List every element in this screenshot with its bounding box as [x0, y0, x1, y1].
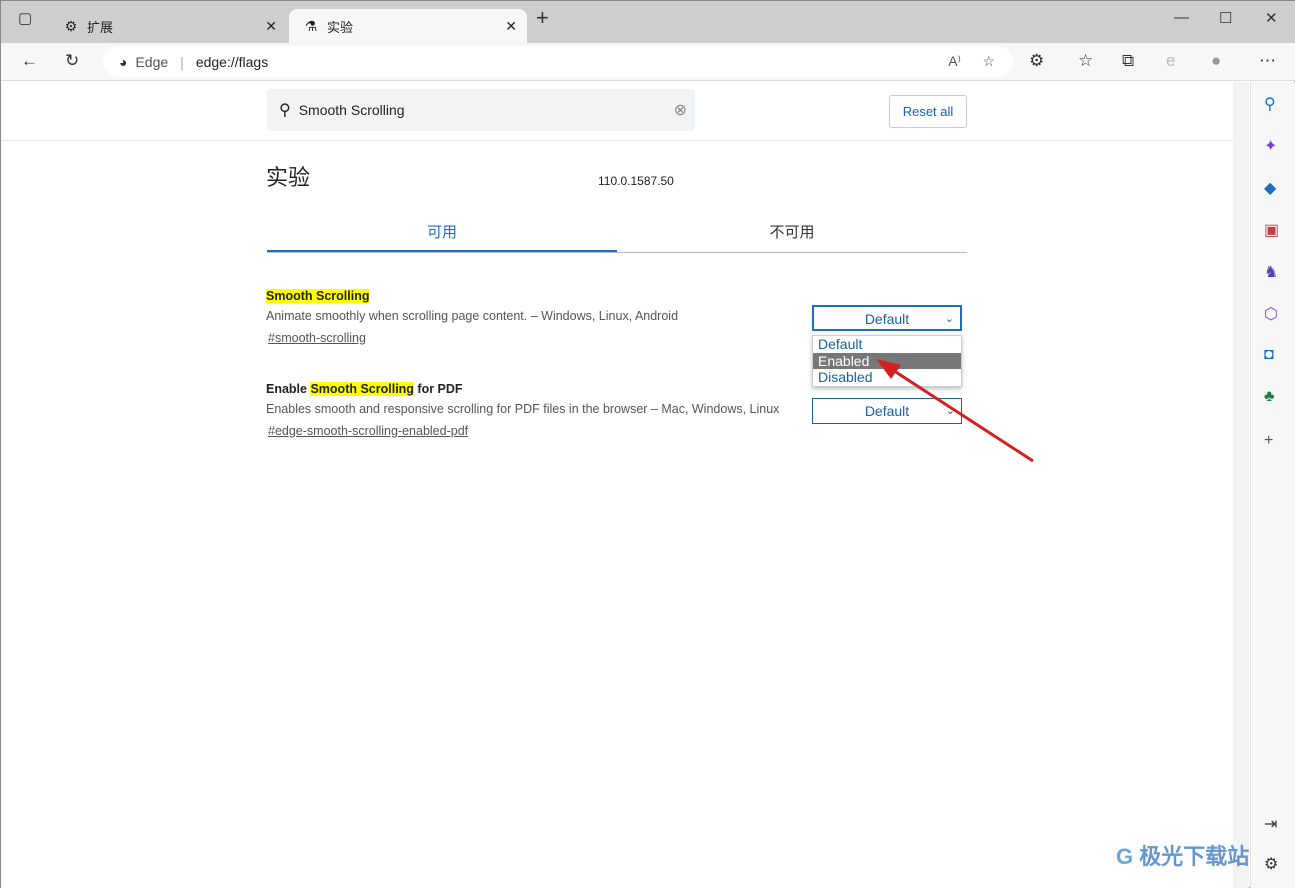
flag-link[interactable]: #smooth-scrolling [268, 331, 678, 345]
tab-extensions[interactable]: ⚙ 扩展 ✕ [49, 9, 287, 43]
flag-title: Smooth Scrolling [266, 289, 370, 303]
favorite-add-icon[interactable]: ☆ [982, 53, 995, 70]
edge-logo-icon: ◕ [119, 53, 128, 70]
outlook-icon[interactable]: ◘ [1264, 346, 1274, 364]
shopping-tag-icon[interactable]: ◆ [1264, 178, 1276, 198]
tools-icon[interactable]: ▣ [1264, 220, 1279, 240]
tab-label: 实验 [327, 19, 354, 35]
refresh-icon[interactable]: ↻ [65, 51, 79, 71]
favorites-icon[interactable]: ☆ [1078, 51, 1093, 71]
flag-select-smooth-scrolling[interactable]: Default ⌄ [812, 305, 962, 331]
hide-sidebar-icon[interactable]: ⇥ [1264, 814, 1277, 834]
version-label: 110.0.1587.50 [598, 174, 674, 188]
office-icon[interactable]: ⬡ [1264, 304, 1278, 324]
watermark-logo: G 极光下载站 [1116, 844, 1250, 869]
minimize-button[interactable]: — [1174, 9, 1189, 26]
edge-sidebar: ⚲ ✦ ◆ ▣ ♞ ⬡ ◘ ♣ + ⇥ ⚙ [1250, 82, 1295, 888]
back-icon[interactable]: ← [21, 51, 38, 71]
settings-icon[interactable]: ⚙ [1264, 854, 1278, 874]
reset-all-button[interactable]: Reset all [889, 95, 967, 128]
tab-available[interactable]: 可用 [267, 212, 617, 252]
close-tab-icon[interactable]: ✕ [265, 18, 277, 35]
page-title: 实验 [266, 165, 311, 190]
address-bar[interactable]: ◕ Edge | edge://flags A⁾ ☆ [103, 46, 1013, 77]
flag-description: Enables smooth and responsive scrolling … [266, 402, 780, 416]
scrollbar[interactable] [1233, 82, 1249, 888]
flag-smooth-scrolling-pdf: Enable Smooth Scrolling for PDF Enables … [266, 382, 779, 438]
flag-tabs: 可用 不可用 [267, 212, 967, 253]
site-label: Edge [135, 53, 169, 70]
flags-page: ⚲ Smooth Scrolling ⊗ Reset all 实验 110.0.… [1, 82, 1233, 888]
flag-title: Enable Smooth Scrolling for PDF [266, 382, 463, 396]
flag-link[interactable]: #edge-smooth-scrolling-enabled-pdf [268, 424, 779, 438]
flag-smooth-scrolling: Smooth Scrolling Animate smoothly when s… [266, 289, 678, 345]
chevron-down-icon: ⌄ [944, 313, 954, 325]
clear-search-icon[interactable]: ⊗ [674, 100, 687, 120]
maximize-button[interactable]: ☐ [1219, 9, 1232, 27]
extensions-icon[interactable]: ⚙ [1029, 51, 1044, 71]
search-icon[interactable]: ⚲ [1264, 94, 1276, 114]
more-menu-icon[interactable]: ⋯ [1259, 51, 1276, 71]
puzzle-icon: ⚙ [64, 17, 78, 34]
collections-icon[interactable]: ⧉ [1122, 51, 1134, 71]
flag-description: Animate smoothly when scrolling page con… [266, 309, 679, 323]
tab-actions-icon[interactable]: ▢ [18, 9, 32, 27]
new-tab-button[interactable]: + [536, 5, 549, 31]
ie-mode-icon[interactable]: e [1166, 51, 1175, 71]
option-default[interactable]: Default [813, 336, 961, 353]
tab-unavailable[interactable]: 不可用 [617, 212, 967, 252]
search-value: Smooth Scrolling [298, 102, 405, 118]
games-icon[interactable]: ♞ [1264, 262, 1278, 282]
read-aloud-icon[interactable]: A⁾ [948, 53, 961, 70]
tab-flags[interactable]: ⚗ 实验 ✕ [289, 9, 527, 43]
tree-icon[interactable]: ♣ [1264, 388, 1275, 406]
toolbar: ← ↻ ◕ Edge | edge://flags A⁾ ☆ ⚙ ☆ ⧉ e ●… [1, 43, 1295, 81]
search-icon: ⚲ [279, 102, 291, 119]
copilot-icon[interactable]: ✦ [1264, 136, 1277, 156]
search-header: ⚲ Smooth Scrolling ⊗ Reset all [1, 82, 1233, 141]
add-icon[interactable]: + [1264, 432, 1273, 450]
close-tab-icon[interactable]: ✕ [505, 18, 517, 35]
flask-icon: ⚗ [304, 17, 318, 34]
url-text[interactable]: edge://flags [196, 54, 268, 70]
tab-strip: ▢ ⚙ 扩展 ✕ ⚗ 实验 ✕ + — ☐ ✕ [1, 1, 1295, 43]
red-arrow-annotation [876, 359, 1034, 463]
search-input[interactable]: ⚲ Smooth Scrolling ⊗ [267, 89, 695, 131]
tab-label: 扩展 [87, 19, 114, 35]
close-window-button[interactable]: ✕ [1265, 9, 1278, 27]
profile-avatar[interactable]: ● [1211, 51, 1221, 71]
